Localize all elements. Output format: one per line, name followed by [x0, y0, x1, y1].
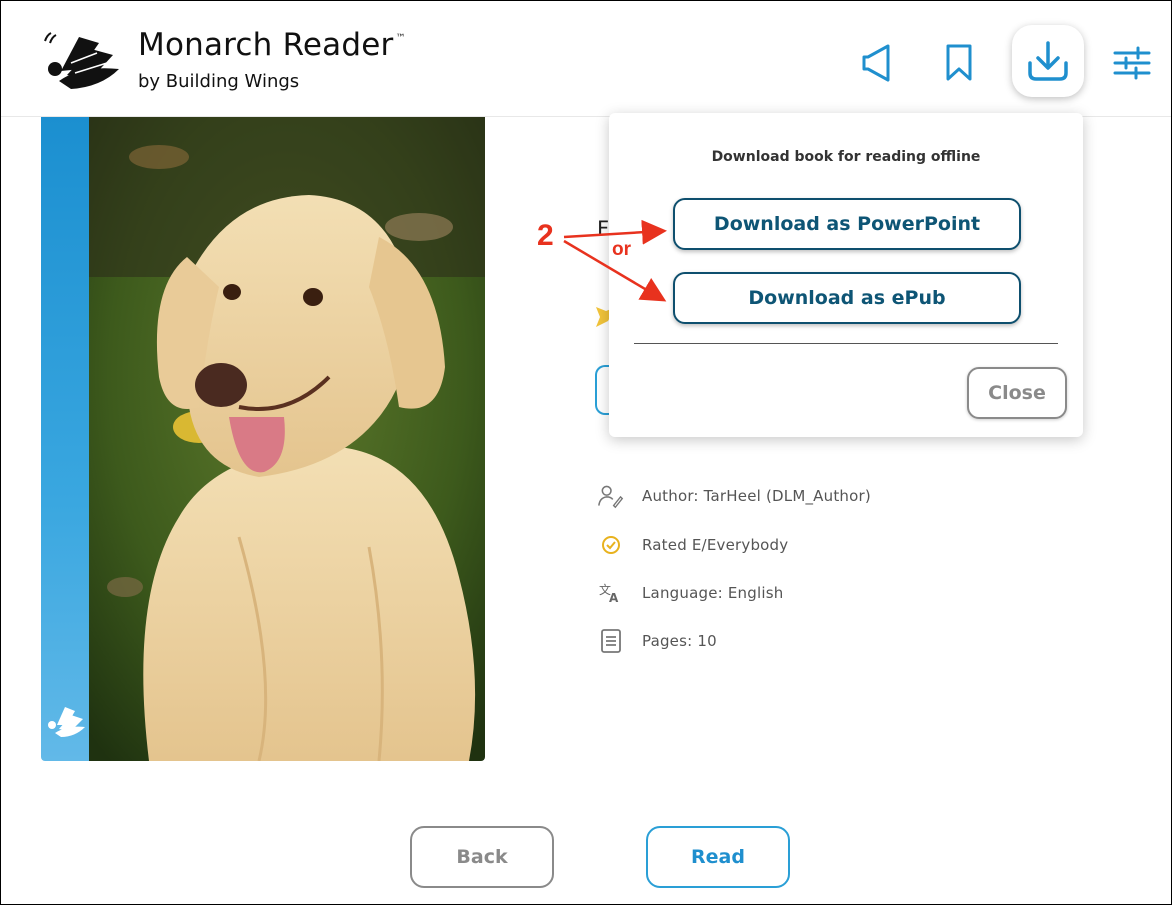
rating-text: Rated E/Everybody [642, 536, 789, 554]
pages-text: Pages: 10 [642, 632, 717, 650]
bookmark-icon [946, 44, 972, 81]
author-row: Author: TarHeel (DLM_Author) [598, 483, 871, 509]
read-button[interactable]: Read [646, 826, 790, 888]
translate-icon: 文 A [598, 580, 624, 606]
popover-heading: Download book for reading offline [711, 149, 981, 165]
annotation-or-label: or [612, 239, 631, 260]
settings-button[interactable] [1108, 39, 1156, 87]
download-powerpoint-button[interactable]: Download as PowerPoint [673, 198, 1021, 250]
check-circle-icon [598, 532, 624, 558]
back-button[interactable]: Back [410, 826, 554, 888]
annotation-step-number: 2 [537, 219, 554, 252]
download-popover: Download book for reading offline Downlo… [609, 113, 1083, 437]
app-frame: Monarch Reader ™ by Building Wings F Aut… [0, 0, 1172, 905]
book-cover [41, 117, 485, 761]
author-icon [598, 483, 624, 509]
settings-sliders-icon [1113, 46, 1151, 80]
cover-side-strip [41, 117, 89, 761]
pages-row: Pages: 10 [598, 628, 717, 654]
brand-title: Monarch Reader ™ [138, 27, 406, 63]
bookmark-button[interactable] [935, 39, 983, 87]
app-header: Monarch Reader ™ by Building Wings [1, 1, 1171, 117]
svg-text:A: A [609, 591, 619, 604]
read-aloud-button[interactable] [853, 39, 901, 87]
rating-row: Rated E/Everybody [598, 532, 788, 558]
download-epub-button[interactable]: Download as ePub [673, 272, 1021, 324]
download-button[interactable] [1012, 25, 1084, 97]
download-icon [1028, 41, 1068, 81]
dog-photo [89, 117, 485, 761]
speaker-icon [862, 44, 890, 82]
close-button[interactable]: Close [967, 367, 1067, 419]
book-title-partial: F [597, 217, 610, 241]
monarch-logo-icon [44, 32, 119, 89]
language-text: Language: English [642, 584, 784, 602]
popover-divider [634, 343, 1058, 344]
document-icon [598, 628, 624, 654]
brand-subtitle: by Building Wings [138, 71, 300, 92]
language-row: 文 A Language: English [598, 580, 783, 606]
author-text: Author: TarHeel (DLM_Author) [642, 487, 871, 505]
cover-logo-icon [48, 707, 85, 737]
